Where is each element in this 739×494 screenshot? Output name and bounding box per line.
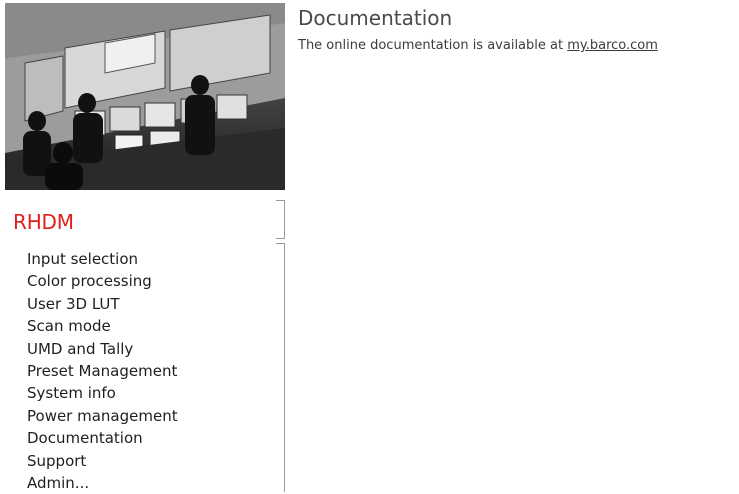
documentation-text: The online documentation is available at…	[298, 38, 658, 53]
brand-title: RHDM	[13, 210, 74, 234]
documentation-link[interactable]: my.barco.com	[567, 38, 658, 53]
documentation-message: The online documentation is available at	[298, 38, 564, 53]
sidebar-item-umd-and-tally[interactable]: UMD and Tally	[27, 338, 178, 360]
sidebar-item-power-management[interactable]: Power management	[27, 405, 178, 427]
sidebar-item-color-processing[interactable]: Color processing	[27, 270, 178, 292]
page-title: Documentation	[298, 6, 453, 30]
sidebar-item-documentation[interactable]: Documentation	[27, 427, 178, 449]
header-photo	[5, 3, 285, 190]
sidebar-item-user-3d-lut[interactable]: User 3D LUT	[27, 293, 178, 315]
sidebar-item-system-info[interactable]: System info	[27, 382, 178, 404]
sidebar-item-scan-mode[interactable]: Scan mode	[27, 315, 178, 337]
sidebar-item-preset-management[interactable]: Preset Management	[27, 360, 178, 382]
brand-divider	[276, 200, 285, 239]
menu-divider	[276, 243, 285, 492]
control-room-image	[5, 3, 285, 190]
sidebar-item-support[interactable]: Support	[27, 450, 178, 472]
sidebar-nav: Input selection Color processing User 3D…	[27, 248, 178, 494]
sidebar-item-input-selection[interactable]: Input selection	[27, 248, 178, 270]
